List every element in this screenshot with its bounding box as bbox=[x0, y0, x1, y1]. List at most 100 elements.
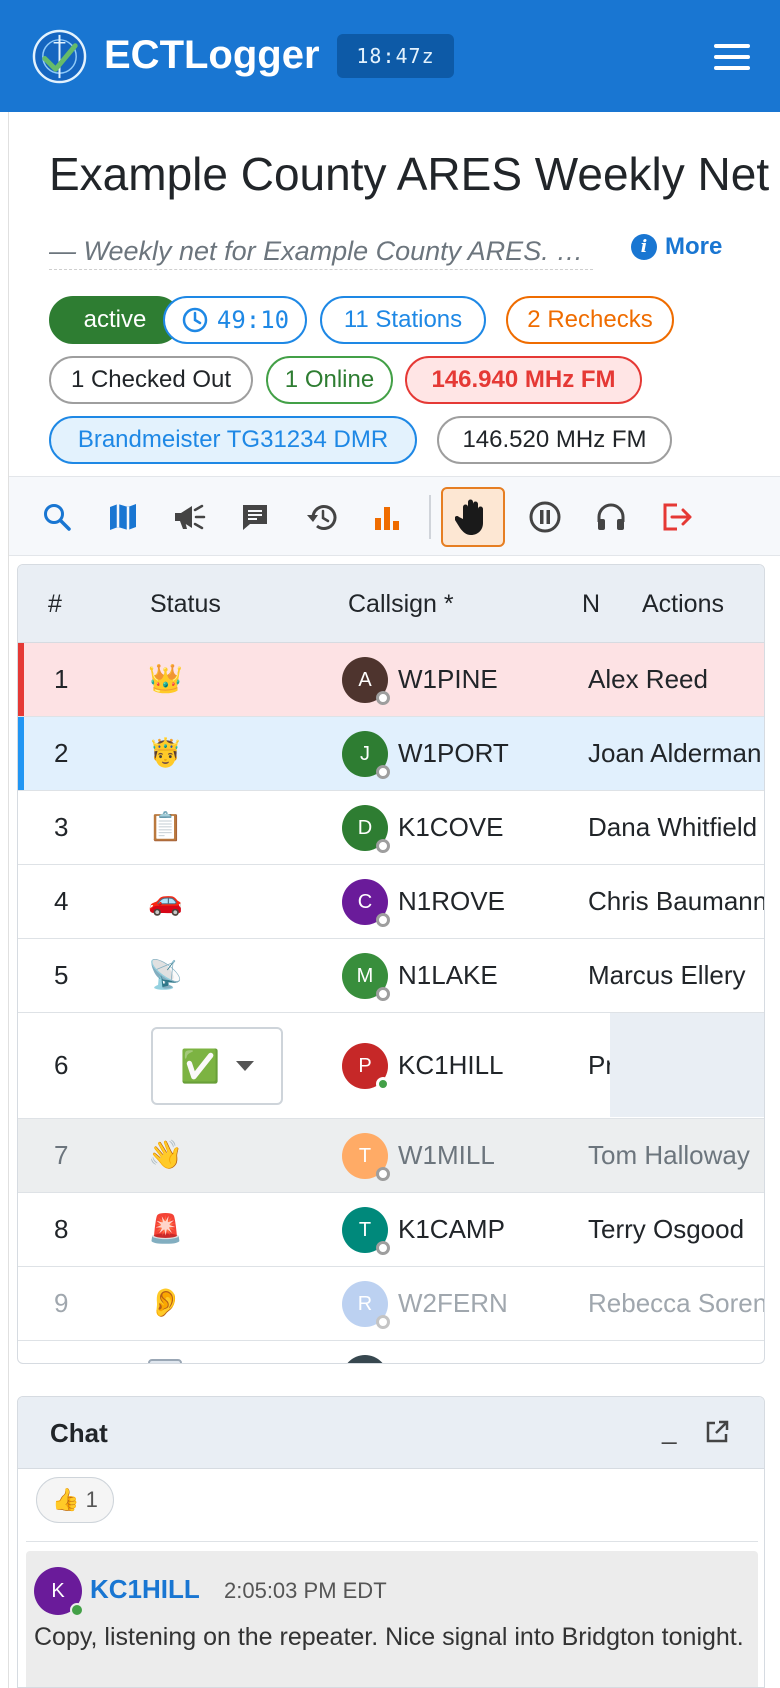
table-row[interactable]: 9 👂 R W2FERN Rebecca Sorensen bbox=[18, 1267, 764, 1341]
headphones-icon[interactable] bbox=[589, 495, 633, 539]
table-row[interactable]: 1 👑 A W1PINE Alex Reed bbox=[18, 643, 764, 717]
avatar: M bbox=[342, 953, 390, 1001]
search-icon[interactable] bbox=[35, 495, 79, 539]
top-bar: ECTLogger 18:47z bbox=[0, 0, 780, 112]
operator-name: Rebecca Sorensen bbox=[588, 1288, 764, 1318]
avatar: K bbox=[34, 1567, 84, 1617]
row-number: 4 bbox=[54, 886, 69, 916]
table-row[interactable]: 8 🚨 T K1CAMP Terry Osgood bbox=[18, 1193, 764, 1267]
table-row[interactable]: 5 📡 M N1LAKE Marcus Ellery bbox=[18, 939, 764, 1013]
map-icon[interactable] bbox=[101, 495, 145, 539]
avatar: D bbox=[342, 805, 390, 853]
table-row-partial[interactable] bbox=[18, 1341, 764, 1363]
status-select[interactable]: ✅ bbox=[151, 1027, 283, 1105]
avatar: T bbox=[342, 1207, 390, 1255]
net-toolbar bbox=[9, 476, 780, 556]
net-title: Example County ARES Weekly Net bbox=[49, 148, 770, 200]
reaction-count: 1 bbox=[85, 1487, 98, 1512]
callsign[interactable]: N1LAKE bbox=[398, 939, 498, 1011]
table-row-editing[interactable]: 6 ✅ P KC1HILL Pr bbox=[18, 1013, 764, 1119]
table-row[interactable]: 7 👋 T W1MILL Tom Halloway bbox=[18, 1119, 764, 1193]
net-status-badge: active bbox=[49, 296, 181, 344]
script-icon[interactable] bbox=[233, 495, 277, 539]
timer-value: 49:10 bbox=[216, 306, 290, 334]
pop-out-icon[interactable] bbox=[704, 1419, 730, 1445]
message-author[interactable]: KC1HILL bbox=[90, 1571, 200, 1607]
table-row[interactable]: 4 🚗 C N1ROVE Chris Baumann bbox=[18, 865, 764, 939]
row-number: 6 bbox=[54, 1050, 69, 1080]
callsign[interactable]: W1PINE bbox=[398, 643, 498, 715]
leave-icon[interactable] bbox=[655, 495, 699, 539]
online-badge[interactable]: 1 Online bbox=[266, 356, 393, 404]
divider bbox=[26, 1541, 758, 1542]
avatar: C bbox=[342, 879, 390, 927]
secondary-frequency-badge[interactable]: 146.520 MHz FM bbox=[437, 416, 672, 464]
callsign[interactable]: KC1HILL bbox=[398, 1013, 504, 1117]
chat-panel: Chat _ 👍 1 K KC1HILL 2:05:03 PM EDT Copy… bbox=[17, 1396, 765, 1688]
callsign[interactable]: W2FERN bbox=[398, 1267, 508, 1339]
row-number: 2 bbox=[54, 738, 69, 768]
rechecks-badge[interactable]: 2 Rechecks bbox=[506, 296, 674, 344]
header-actions: Actions bbox=[642, 590, 724, 618]
callsign[interactable]: W1MILL bbox=[398, 1119, 495, 1191]
callsign[interactable]: W1PORT bbox=[398, 717, 509, 789]
avatar: J bbox=[342, 731, 390, 779]
net-card: Example County ARES Weekly Net — Weekly … bbox=[8, 112, 780, 1688]
status-icon[interactable]: 📋 bbox=[148, 791, 183, 863]
checked-out-badge[interactable]: 1 Checked Out bbox=[49, 356, 253, 404]
header-number[interactable]: # bbox=[48, 565, 62, 643]
info-icon: i bbox=[631, 234, 657, 260]
menu-icon[interactable] bbox=[714, 44, 750, 70]
table-row[interactable]: 2 🤴 J W1PORT Joan Alderman bbox=[18, 717, 764, 791]
pause-icon[interactable] bbox=[523, 495, 567, 539]
primary-frequency-badge[interactable]: 146.940 MHz FM bbox=[405, 356, 642, 404]
minimize-icon[interactable]: _ bbox=[662, 1415, 676, 1445]
chevron-down-icon bbox=[235, 1061, 254, 1071]
reaction-chip[interactable]: 👍 1 bbox=[36, 1477, 114, 1523]
table-row[interactable]: 3 📋 D K1COVE Dana Whitfield bbox=[18, 791, 764, 865]
header-name[interactable]: N bbox=[582, 565, 600, 643]
stats-icon[interactable] bbox=[365, 495, 409, 539]
more-label: More bbox=[665, 233, 723, 260]
row-number: 5 bbox=[54, 960, 69, 990]
status-selected-value: ✅ bbox=[180, 1048, 220, 1084]
app-title[interactable]: ECTLogger bbox=[104, 30, 320, 80]
status-icon[interactable]: 📡 bbox=[148, 939, 183, 1011]
operator-name: Marcus Ellery bbox=[588, 960, 746, 990]
check-in-table: # Status Callsign * N Actions 1 👑 A W1PI… bbox=[17, 564, 765, 1364]
status-icon[interactable]: 👑 bbox=[148, 643, 183, 715]
stations-badge[interactable]: 11 Stations bbox=[320, 296, 486, 344]
net-description[interactable]: — Weekly net for Example County ARES. C.… bbox=[49, 234, 593, 270]
callsign[interactable]: N1ROVE bbox=[398, 865, 505, 937]
row-number: 7 bbox=[54, 1140, 69, 1170]
chat-message: K KC1HILL 2:05:03 PM EDT Copy, listening… bbox=[26, 1551, 758, 1687]
avatar bbox=[342, 1355, 388, 1363]
message-text: Copy, listening on the repeater. Nice si… bbox=[34, 1623, 744, 1651]
dmr-frequency-badge[interactable]: Brandmeister TG31234 DMR bbox=[49, 416, 417, 464]
ectlogger-logo-icon[interactable] bbox=[32, 29, 87, 84]
avatar: R bbox=[342, 1281, 390, 1329]
status-icon[interactable]: 🚗 bbox=[148, 865, 183, 937]
row-number: 1 bbox=[54, 664, 69, 694]
chat-header: Chat _ bbox=[18, 1397, 764, 1469]
history-icon[interactable] bbox=[299, 495, 343, 539]
operator-name: Alex Reed bbox=[588, 664, 708, 694]
status-icon[interactable]: 👂 bbox=[148, 1267, 183, 1339]
hand-raise-icon[interactable] bbox=[441, 487, 505, 547]
avatar: A bbox=[342, 657, 390, 705]
status-icon[interactable]: 🚨 bbox=[148, 1193, 183, 1265]
header-status[interactable]: Status bbox=[150, 565, 221, 643]
announce-icon[interactable] bbox=[167, 495, 211, 539]
operator-name: Joan Alderman bbox=[588, 738, 762, 768]
more-button[interactable]: i More bbox=[631, 230, 722, 264]
header-callsign[interactable]: Callsign * bbox=[348, 565, 454, 643]
callsign[interactable]: K1COVE bbox=[398, 791, 504, 863]
utc-clock: 18:47z bbox=[337, 34, 454, 78]
avatar: T bbox=[342, 1133, 390, 1181]
status-icon[interactable]: 👋 bbox=[148, 1119, 183, 1191]
clock-icon bbox=[182, 307, 208, 333]
status-icon[interactable]: 🤴 bbox=[148, 717, 183, 789]
name-edit-overlay[interactable] bbox=[610, 1013, 764, 1117]
callsign[interactable]: K1CAMP bbox=[398, 1193, 505, 1265]
net-timer-badge: 49:10 bbox=[163, 296, 307, 344]
